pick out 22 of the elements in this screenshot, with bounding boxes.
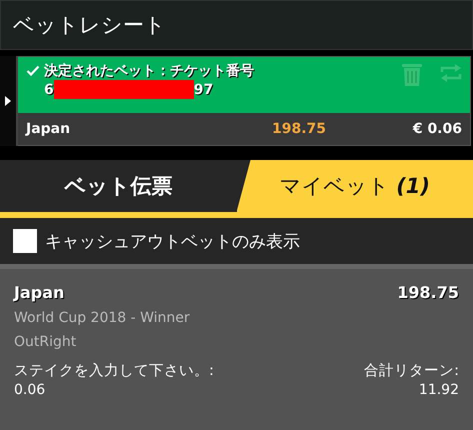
checkbox-label: キャッシュアウトベットのみ表示 <box>45 230 300 252</box>
odds-value: 198.75 <box>272 121 328 137</box>
expand-arrow-icon[interactable] <box>5 96 11 106</box>
stake-value: 0.06 <box>14 382 46 398</box>
tab[interactable]: マイベット (1) <box>236 160 473 212</box>
odds-value: 198.75 <box>397 283 459 302</box>
check-icon <box>26 65 40 77</box>
selection-name: Japan <box>26 121 72 137</box>
return-value: 11.92 <box>418 382 459 398</box>
bet-type: OutRight <box>14 334 78 350</box>
selection-name: Japan <box>14 283 64 302</box>
trash-icon[interactable] <box>402 63 422 87</box>
repeat-icon[interactable] <box>440 63 462 83</box>
ticket-number-end: 97 <box>194 82 214 98</box>
ticket-number-start: 6 <box>44 82 54 98</box>
return-label: 合計リターン: <box>364 362 459 380</box>
checkbox[interactable] <box>13 229 37 253</box>
stake-amount: € 0.06 <box>412 121 462 137</box>
confirmation-text: 決定されたベット：チケット番号 <box>44 62 254 80</box>
market-name: World Cup 2018 - Winner <box>14 310 191 326</box>
panel-title: ベットレシート <box>13 12 166 39</box>
stake-label: ステイクを入力して下さい。: <box>14 362 214 380</box>
